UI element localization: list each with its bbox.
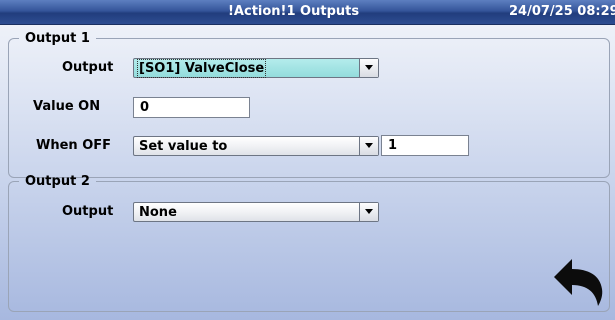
dropdown-arrow[interactable] <box>359 59 378 77</box>
output1-output-label: Output <box>62 60 114 75</box>
title-bar: !Action!1 Outputs 24/07/25 08:29 <box>0 0 615 25</box>
when-off-label: When OFF <box>36 138 112 153</box>
when-off-value-input[interactable]: 1 <box>381 135 469 156</box>
output1-legend: Output 1 <box>25 31 90 46</box>
output2-output-label: Output <box>62 204 114 219</box>
when-off-value: Set value to <box>139 139 228 154</box>
value-on-text: 0 <box>140 100 150 115</box>
value-on-label: Value ON <box>33 99 101 114</box>
output1-output-value: [SO1] ValveClose <box>136 59 267 78</box>
page-title: !Action!1 Outputs <box>228 4 360 19</box>
value-on-input[interactable]: 0 <box>133 97 250 118</box>
when-off-number-text: 1 <box>388 138 398 153</box>
back-arrow-icon <box>554 259 603 306</box>
output2-output-value: None <box>139 205 177 220</box>
chevron-down-icon <box>365 209 373 214</box>
datetime-display: 24/07/25 08:29 <box>509 4 615 19</box>
dropdown-arrow[interactable] <box>359 203 378 221</box>
dropdown-arrow[interactable] <box>359 137 378 155</box>
chevron-down-icon <box>365 143 373 148</box>
output2-output-select[interactable]: None <box>133 202 379 222</box>
output2-legend: Output 2 <box>25 174 90 189</box>
output1-output-select[interactable]: [SO1] ValveClose <box>133 58 379 78</box>
back-button[interactable] <box>552 253 607 308</box>
output2-group: Output 2 <box>8 174 610 312</box>
when-off-select[interactable]: Set value to <box>133 136 379 156</box>
chevron-down-icon <box>365 65 373 70</box>
